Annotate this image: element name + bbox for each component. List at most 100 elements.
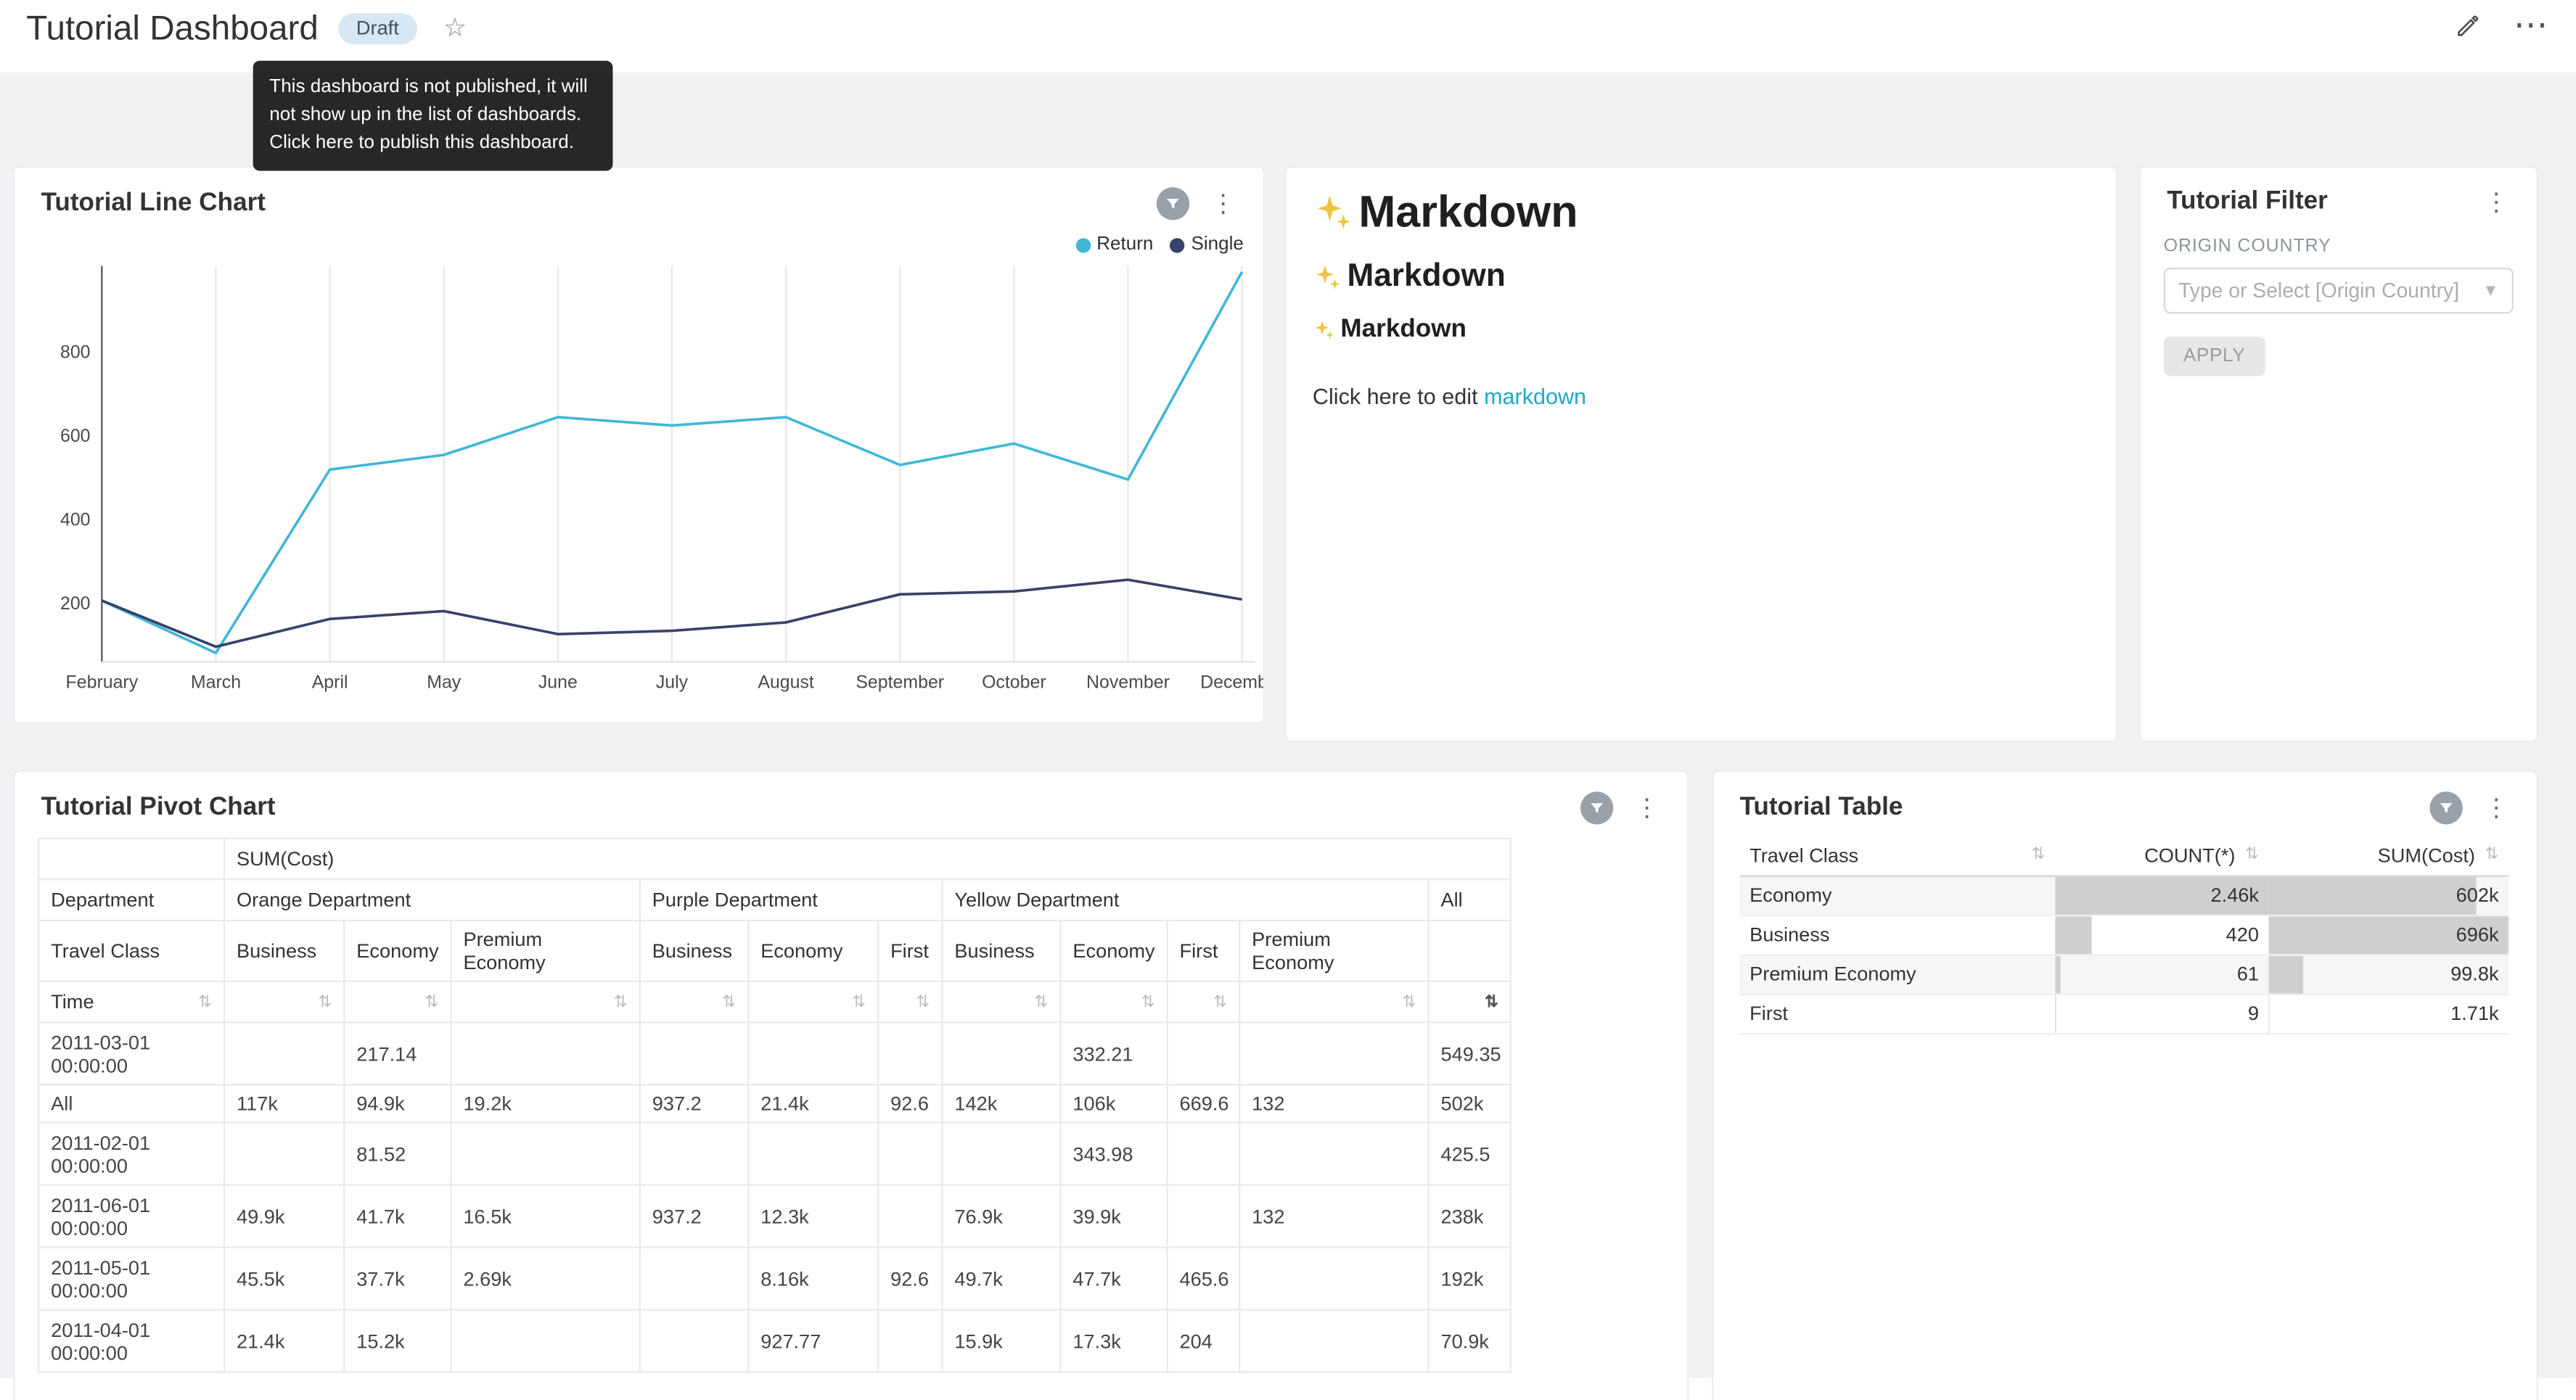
pivot-sort-header[interactable]: ⇅ [878,981,942,1023]
tutorial-table: Travel Class⇅COUNT(*)⇅SUM(Cost)⇅ Economy… [1740,836,2509,1034]
pivot-cell: 343.98 [1060,1122,1167,1185]
sort-icon: ⇅ [852,993,866,1011]
pivot-metric-row: SUM(Cost) [38,839,1511,880]
pivot-cell [878,1185,942,1247]
chart-kebab-icon[interactable]: ⋮ [1206,189,1241,218]
pivot-cell: 937.2 [640,1185,748,1247]
pivot-sort-header[interactable]: ⇅ [1168,981,1240,1023]
markdown-h1: Markdown [1313,187,2090,238]
pivot-cell [1168,1185,1240,1247]
edit-dashboard-icon[interactable] [2454,13,2480,39]
pivot-cell: 39.9k [1060,1185,1167,1247]
pivot-cell: 49.9k [224,1185,344,1247]
sort-icon: ⇅ [916,993,930,1011]
pivot-time-header[interactable]: Time⇅ [38,981,224,1023]
table-row: First91.71k [1740,994,2509,1033]
markdown-edit-link[interactable]: markdown [1484,384,1586,409]
dashboard-page: Tutorial Dashboard Draft ☆ ⋯ This dashbo… [0,0,2576,1400]
pivot-class-label: Travel Class [38,921,224,981]
pivot-sort-header[interactable]: ⇅ [1239,981,1428,1023]
pivot-filter-icon[interactable] [1580,791,1613,824]
pivot-class-header [1429,921,1511,981]
y-axis-label: 600 [60,426,91,446]
chevron-down-icon: ▼ [2482,281,2498,300]
cell-travel-class: Economy [1740,876,2056,915]
chart-filter-icon[interactable] [1157,187,1189,220]
table-row: Premium Economy6199.8k [1740,954,2509,993]
pivot-cell: 70.9k [1429,1310,1511,1372]
favorite-star-icon[interactable]: ☆ [443,12,467,44]
table-filter-icon[interactable] [2429,791,2462,824]
apply-button[interactable]: APPLY [2164,337,2265,376]
pivot-cell [640,1310,748,1372]
cell-sum: 1.71k [2269,994,2509,1033]
origin-country-select[interactable]: Type or Select [Origin Country] ▼ [2164,268,2514,313]
cell-count: 420 [2055,915,2268,954]
line-chart-svg: FebruaryMarchAprilMayJuneJulyAugustSepte… [15,233,1265,719]
pivot-cell: 45.5k [224,1248,344,1310]
cell-travel-class: First [1740,994,2056,1033]
pivot-kebab-icon[interactable]: ⋮ [1630,794,1665,823]
pivot-sort-row: Time⇅⇅⇅⇅⇅⇅⇅⇅⇅⇅⇅⇅ [38,981,1511,1023]
pivot-cell: 2.69k [451,1248,639,1310]
pivot-metric-header: SUM(Cost) [224,839,1511,880]
pivot-sort-header[interactable]: ⇅ [224,981,344,1023]
cell-travel-class: Premium Economy [1740,954,2056,993]
sort-icon: ⇅ [1485,993,1498,1011]
sparkles-icon [1313,262,1342,292]
col-header-travel-class[interactable]: Travel Class⇅ [1740,836,2056,875]
pivot-data-row: 2011-06-01 00:00:0049.9k41.7k16.5k937.21… [38,1185,1511,1247]
pivot-sort-header[interactable]: ⇅ [344,981,451,1023]
pivot-class-header: Economy [1060,921,1167,981]
pivot-class-header: Business [640,921,748,981]
pivot-sort-header[interactable]: ⇅ [1060,981,1167,1023]
pivot-cell: 21.4k [748,1084,878,1122]
col-header-count[interactable]: COUNT(*)⇅ [2055,836,2268,875]
cell-sum: 99.8k [2269,954,2509,993]
x-axis-label: November [1086,672,1170,693]
sort-icon: ⇅ [614,993,628,1011]
pivot-sort-header[interactable]: ⇅ [748,981,878,1023]
pivot-cell: 76.9k [942,1185,1060,1247]
sort-icon: ⇅ [424,993,438,1011]
pivot-row-label: 2011-05-01 00:00:00 [38,1248,224,1310]
table-kebab-icon[interactable]: ⋮ [2479,794,2514,823]
x-axis-label: August [758,672,814,693]
pivot-data-row: All117k94.9k19.2k937.221.4k92.6142k106k6… [38,1084,1511,1122]
dashboard-grid: Tutorial Line Chart ⋮ ReturnSingle Febru… [0,73,2576,1378]
pivot-panel: Tutorial Pivot Chart ⋮ SUM(Cost)Departme… [13,770,1689,1400]
pivot-group-header: All [1429,879,1511,921]
pivot-sort-header[interactable]: ⇅ [942,981,1060,1023]
filter-kebab-icon[interactable]: ⋮ [2479,187,2514,217]
pivot-cell: 47.7k [1060,1248,1167,1310]
pivot-row-label: All [38,1084,224,1122]
pivot-cell [640,1122,748,1185]
pivot-cell: 502k [1429,1084,1511,1122]
table-panel-title: Tutorial Table [1740,794,1903,823]
pivot-row-label: 2011-04-01 00:00:00 [38,1310,224,1372]
pivot-sort-header[interactable]: ⇅ [1429,981,1511,1023]
pivot-cell: 92.6 [878,1248,942,1310]
sort-icon: ⇅ [1141,993,1155,1011]
y-axis-label: 800 [60,342,91,363]
more-options-icon[interactable]: ⋯ [2514,12,2550,41]
pivot-sort-header[interactable]: ⇅ [451,981,639,1023]
pivot-cell: 117k [224,1084,344,1122]
pivot-cell [942,1122,1060,1185]
pivot-sort-header[interactable]: ⇅ [640,981,748,1023]
draft-status-badge[interactable]: Draft [338,13,417,44]
sort-icon: ⇅ [318,993,332,1011]
col-header-sum[interactable]: SUM(Cost)⇅ [2269,836,2509,875]
pivot-cell [1239,1022,1428,1084]
pivot-cell: 41.7k [344,1185,451,1247]
x-axis-label: September [856,672,944,693]
pivot-row-label: 2011-03-01 00:00:00 [38,1022,224,1084]
sort-icon: ⇅ [2245,847,2259,865]
pivot-cell [878,1022,942,1084]
sort-icon: ⇅ [2485,847,2499,865]
sort-icon: ⇅ [1034,993,1048,1011]
cell-travel-class: Business [1740,915,2056,954]
pivot-cell: 192k [1429,1248,1511,1310]
pivot-class-header: First [878,921,942,981]
pivot-cell: 204 [1168,1310,1240,1372]
